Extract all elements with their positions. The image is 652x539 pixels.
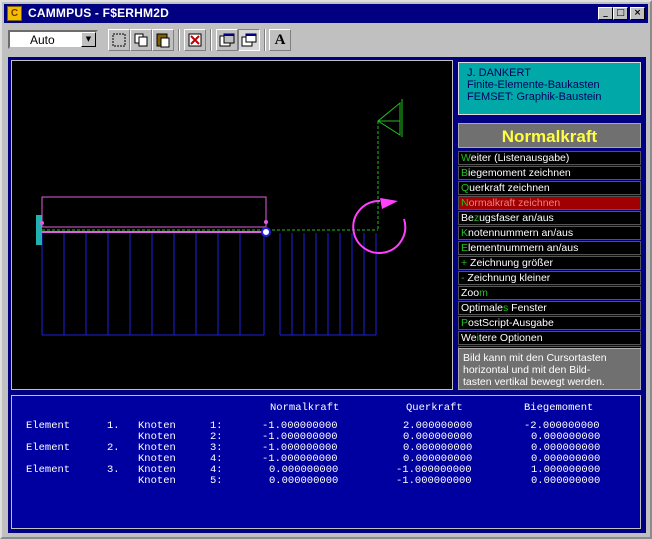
window-icon[interactable] — [238, 29, 260, 51]
toolbar-separator — [210, 29, 212, 51]
menu-item-label: We — [461, 332, 477, 344]
menu-item[interactable]: - Zeichnung kleiner — [458, 271, 641, 285]
menu-item-label: Zoo — [461, 287, 480, 299]
menu-item[interactable]: Biegemoment zeichnen — [458, 166, 641, 180]
normal-force-hatching — [41, 233, 377, 336]
menu-item[interactable]: Zoom — [458, 286, 641, 300]
menu-item-hotkey: W — [461, 152, 471, 164]
app-logo-icon[interactable]: C — [7, 6, 22, 21]
row-knoten-number: 5: — [210, 475, 223, 487]
menu-item[interactable]: Bezugsfaser an/aus — [458, 211, 641, 225]
hint-line: tasten vertikal bewegt werden. — [463, 376, 605, 388]
header-querkraft: Querkraft — [406, 402, 463, 414]
window-title: CAMMPUS - F$ERHM2D — [28, 6, 169, 20]
row-knoten-label: Knoten — [138, 475, 176, 487]
menu-item-label: Fenster — [508, 302, 547, 314]
menu-item-label: iegemoment zeichnen — [468, 167, 571, 179]
menu-item[interactable]: Weiter (Listenausgabe) — [458, 151, 641, 165]
row-normalkraft: 0.000000000 — [269, 475, 339, 487]
menu-list: Weiter (Listenausgabe) Biegemoment zeichn… — [458, 151, 641, 376]
menu-item-label: ormalkraft zeichnen — [468, 197, 561, 209]
menu-item-label: ugsfaser an/aus — [479, 212, 554, 224]
menu-item-label: Zeichnung größer — [467, 257, 553, 269]
row-querkraft: -1.000000000 — [396, 475, 472, 487]
menu-item-hotkey: P — [461, 317, 469, 329]
menu-item-label: ostScript-Ausgabe — [468, 317, 554, 329]
zoom-select[interactable]: Auto ▼ — [8, 30, 98, 49]
row-element-label: Element — [26, 464, 71, 476]
row-element-number: 2. — [107, 442, 120, 454]
close-icon[interactable]: × — [630, 7, 645, 20]
menu-item[interactable]: Normalkraft zeichnen — [458, 196, 641, 210]
menu-item[interactable]: Elementnummern an/aus — [458, 241, 641, 255]
row-biegemoment: 0.000000000 — [531, 475, 601, 487]
menu-item-hotkey: B — [461, 167, 469, 179]
menu-item-label: lementnummern an/aus — [468, 242, 579, 254]
hint-line: horizontal und mit den Bild- — [463, 364, 591, 376]
results-table: Normalkraft Querkraft Biegemoment Elemen… — [11, 395, 641, 529]
toolbar-separator — [178, 29, 180, 51]
normal-force-diagram — [36, 99, 407, 336]
menu-item-label: Optimale — [461, 302, 504, 314]
client-area: J. DANKERT Finite-Elemente-Baukasten FEM… — [8, 57, 646, 533]
font-icon[interactable]: A — [269, 29, 291, 51]
menu-item[interactable]: + Zeichnung größer — [458, 256, 641, 270]
menu-header: Normalkraft — [458, 123, 641, 148]
menu-item-hotkey: N — [461, 197, 469, 209]
minimize-icon[interactable]: _ — [598, 7, 613, 20]
menu-item-hotkey: K — [461, 227, 469, 239]
info-module: FEMSET: Graphik-Baustein — [467, 91, 602, 103]
properties-icon[interactable] — [216, 29, 238, 51]
menu-item-label: eiter (Listenausgabe) — [470, 152, 570, 164]
hint-text: Bild kann mit den Cursortasten horizonta… — [458, 348, 641, 390]
copy-icon[interactable] — [130, 29, 152, 51]
row-element-number: 1. — [107, 420, 120, 432]
row-element-label: Element — [26, 420, 71, 432]
menu-item-label: notennummern an/aus — [468, 227, 574, 239]
header-normalkraft: Normalkraft — [270, 402, 340, 414]
beam-structure — [36, 99, 403, 245]
application-window: C CAMMPUS - F$ERHM2D _ □ × Auto ▼ A J. D… — [0, 0, 652, 539]
menu-item-hotkey: m — [479, 287, 488, 299]
menu-item-label: tere Optionen — [478, 332, 543, 344]
info-author: J. DANKERT — [467, 67, 531, 79]
menu-item[interactable]: Querkraft zeichnen — [458, 181, 641, 195]
menu-item[interactable]: Weitere Optionen — [458, 331, 641, 345]
menu-item-hotkey: E — [461, 242, 469, 254]
title-bar[interactable]: C CAMMPUS - F$ERHM2D _ □ × — [4, 4, 648, 23]
moment-arrow — [352, 198, 407, 254]
fullscreen-icon[interactable] — [184, 29, 206, 51]
header-biegemoment: Biegemoment — [524, 402, 594, 414]
menu-item-label: Be — [461, 212, 474, 224]
menu-item-hotkey: Q — [461, 182, 470, 194]
chevron-down-icon[interactable]: ▼ — [81, 32, 96, 47]
menu-item-label: Zeichnung kleiner — [464, 272, 551, 284]
drawing-canvas[interactable] — [11, 60, 453, 390]
toolbar: Auto ▼ A — [4, 25, 648, 55]
menu-item-label: uerkraft zeichnen — [469, 182, 550, 194]
info-panel: J. DANKERT Finite-Elemente-Baukasten FEM… — [458, 62, 641, 115]
row-element-number: 3. — [107, 464, 120, 476]
select-rect-icon[interactable] — [108, 29, 130, 51]
menu-item[interactable]: PostScript-Ausgabe — [458, 316, 641, 330]
toolbar-separator — [264, 29, 266, 51]
zoom-select-value: Auto — [30, 33, 55, 47]
hint-line: Bild kann mit den Cursortasten — [463, 352, 607, 364]
paste-icon[interactable] — [152, 29, 174, 51]
info-project: Finite-Elemente-Baukasten — [467, 79, 600, 91]
row-element-label: Element — [26, 442, 71, 454]
menu-item[interactable]: Optimales Fenster — [458, 301, 641, 315]
maximize-icon[interactable]: □ — [613, 7, 628, 20]
menu-item[interactable]: Knotennummern an/aus — [458, 226, 641, 240]
